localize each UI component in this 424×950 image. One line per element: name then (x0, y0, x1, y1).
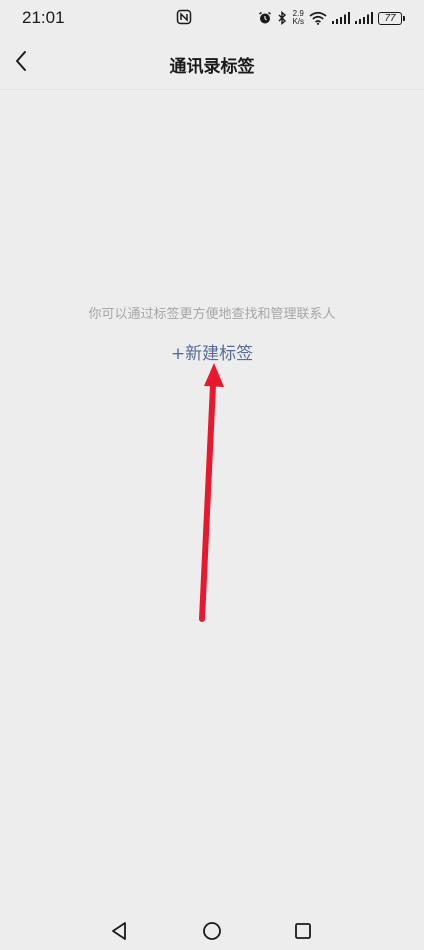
triangle-back-icon (110, 921, 128, 945)
status-bar: 21:01 2.9 K/s 77 (0, 0, 424, 36)
new-tag-label: 新建标签 (185, 344, 254, 364)
circle-home-icon (202, 921, 222, 945)
new-tag-button[interactable]: +新建标签 (0, 339, 424, 364)
system-home-button[interactable] (201, 922, 223, 944)
signal-icon-sim1 (332, 12, 350, 24)
status-icons: 2.9 K/s 77 (258, 7, 405, 29)
empty-state-hint: 你可以通过标签更方便地查找和管理联系人 (88, 307, 336, 322)
wifi-icon (309, 11, 327, 25)
system-nav-bar (0, 916, 424, 950)
plus-icon: + (170, 344, 186, 364)
network-speed-unit: K/s (292, 17, 304, 26)
nav-bar: 通讯录标签 (0, 36, 424, 90)
battery-level: 77 (384, 12, 396, 24)
battery-icon: 77 (378, 11, 405, 25)
system-recents-button[interactable] (292, 922, 314, 944)
screen: 21:01 2.9 K/s 77 通讯录标签 你可以通过标签更方便地查找和管理联… (0, 0, 424, 950)
status-time: 21:01 (22, 8, 65, 27)
page-title: 通讯录标签 (169, 57, 255, 77)
network-speed: 2.9 K/s (292, 10, 304, 26)
bluetooth-icon (277, 11, 287, 25)
system-back-button[interactable] (108, 922, 130, 944)
signal-icon-sim2 (355, 12, 373, 24)
square-recents-icon (294, 922, 312, 944)
nfc-icon (176, 9, 192, 25)
red-arrow-annotation (199, 363, 224, 622)
alarm-icon (258, 11, 272, 25)
